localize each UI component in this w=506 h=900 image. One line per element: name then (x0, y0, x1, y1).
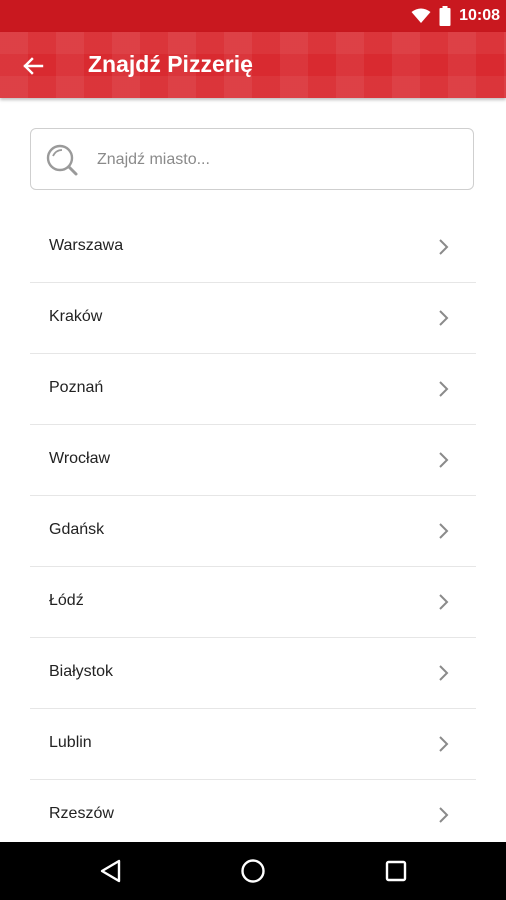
search-input[interactable] (95, 141, 459, 179)
arrow-left-icon (23, 57, 44, 75)
chevron-right-icon (439, 381, 449, 397)
chevron-right-icon (439, 239, 449, 255)
search-icon (46, 144, 78, 176)
city-item-krakow[interactable]: Kraków (30, 283, 476, 354)
city-label: Warszawa (49, 237, 124, 254)
chevron-right-icon (439, 665, 449, 681)
city-item-lublin[interactable]: Lublin (30, 709, 476, 780)
city-item-bialystok[interactable]: Białystok (30, 638, 476, 709)
system-nav-bar (0, 842, 506, 900)
nav-home-button[interactable] (238, 856, 268, 886)
battery-icon (439, 6, 451, 26)
search-box[interactable] (30, 128, 474, 190)
back-button[interactable] (18, 51, 48, 81)
city-item-wroclaw[interactable]: Wrocław (30, 425, 476, 496)
city-item-lodz[interactable]: Łódź (30, 567, 476, 638)
back-triangle-icon (100, 859, 121, 883)
nav-back-button[interactable] (97, 856, 127, 886)
status-bar: 10:08 (0, 0, 506, 32)
status-icons: 10:08 (411, 0, 500, 32)
city-item-warszawa[interactable]: Warszawa (30, 212, 476, 283)
city-label: Łódź (49, 592, 84, 609)
city-label: Gdańsk (49, 521, 105, 538)
city-label: Poznań (49, 379, 104, 396)
app-bar: Znajdź Pizzerię (0, 32, 506, 98)
city-label: Rzeszów (49, 805, 114, 822)
city-label: Wrocław (49, 450, 111, 467)
city-list: Warszawa Kraków Poznań Wrocław Gdańsk Łó… (30, 212, 476, 850)
home-circle-icon (241, 859, 265, 883)
city-label: Kraków (49, 308, 103, 325)
chevron-right-icon (439, 594, 449, 610)
city-item-gdansk[interactable]: Gdańsk (30, 496, 476, 567)
page-title: Znajdź Pizzerię (88, 51, 253, 77)
chevron-right-icon (439, 807, 449, 823)
status-time: 10:08 (459, 7, 500, 24)
wifi-icon (411, 8, 431, 23)
city-item-poznan[interactable]: Poznań (30, 354, 476, 425)
chevron-right-icon (439, 310, 449, 326)
chevron-right-icon (439, 523, 449, 539)
city-label: Lublin (49, 734, 92, 751)
chevron-right-icon (439, 736, 449, 752)
city-label: Białystok (49, 663, 114, 680)
recents-square-icon (385, 860, 407, 882)
chevron-right-icon (439, 452, 449, 468)
city-item-rzeszow[interactable]: Rzeszów (30, 780, 476, 850)
nav-recents-button[interactable] (381, 856, 411, 886)
